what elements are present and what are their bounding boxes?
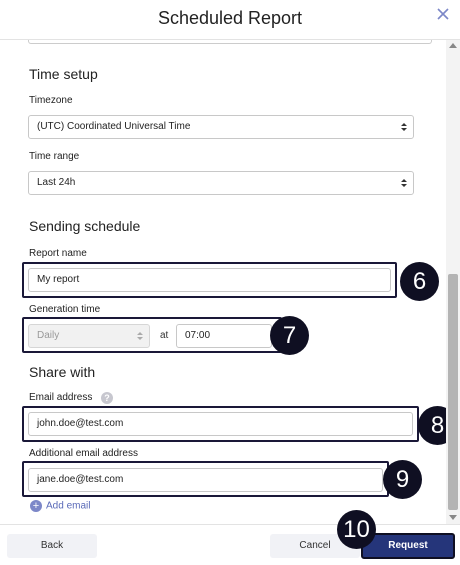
close-icon[interactable] (435, 6, 451, 22)
frequency-value: Daily (37, 330, 60, 341)
updown-arrows-icon (401, 123, 407, 131)
back-button[interactable]: Back (7, 534, 97, 558)
sending-schedule-heading: Sending schedule (29, 218, 141, 234)
time-range-value: Last 24h (37, 177, 76, 188)
step-badge-10: 10 (337, 510, 376, 549)
step-badge-6: 6 (400, 262, 439, 301)
dialog-footer: Back Cancel Request (0, 524, 460, 565)
plus-icon: + (30, 500, 42, 512)
step-badge-9: 9 (383, 460, 422, 499)
time-range-select[interactable]: Last 24h (28, 171, 414, 195)
timezone-label: Timezone (29, 95, 73, 106)
additional-email-label: Additional email address (29, 448, 138, 459)
add-email-link[interactable]: + Add email (30, 500, 90, 514)
share-with-heading: Share with (29, 364, 96, 380)
scroll-up-arrow-icon[interactable] (449, 43, 457, 48)
dialog-body: Time setup Timezone (UTC) Coordinated Un… (0, 40, 446, 524)
report-name-label: Report name (29, 248, 87, 259)
timezone-select[interactable]: (UTC) Coordinated Universal Time (28, 115, 414, 139)
updown-arrows-icon (137, 332, 143, 340)
add-email-label: Add email (46, 500, 91, 512)
generation-time-value: 07:00 (185, 330, 211, 341)
frequency-select[interactable]: Daily (28, 324, 150, 348)
additional-email-input[interactable]: jane.doe@test.com (28, 468, 383, 492)
report-name-input[interactable]: My report (28, 268, 391, 292)
generation-time-input[interactable]: 07:00 (176, 324, 272, 348)
email-input[interactable]: john.doe@test.com (28, 412, 413, 436)
email-label: Email address (29, 392, 93, 403)
dialog-title: Scheduled Report (157, 8, 303, 28)
previous-field-edge (28, 40, 432, 44)
at-label: at (160, 330, 169, 341)
help-icon[interactable]: ? (101, 392, 113, 404)
time-range-label: Time range (29, 151, 80, 162)
step-badge-8: 8 (418, 406, 446, 445)
additional-email-value: jane.doe@test.com (37, 474, 124, 485)
generation-time-label: Generation time (29, 304, 101, 315)
dialog-header: Scheduled Report (0, 0, 460, 40)
request-button[interactable]: Request (361, 533, 455, 559)
time-setup-heading: Time setup (29, 66, 98, 82)
step-badge-7: 7 (270, 316, 309, 355)
scrollbar-thumb[interactable] (448, 274, 458, 510)
updown-arrows-icon (401, 179, 407, 187)
timezone-value: (UTC) Coordinated Universal Time (37, 121, 191, 132)
report-name-value: My report (37, 274, 80, 285)
email-value: john.doe@test.com (37, 418, 124, 429)
scroll-down-arrow-icon[interactable] (449, 515, 457, 520)
scrollbar[interactable] (446, 40, 460, 524)
